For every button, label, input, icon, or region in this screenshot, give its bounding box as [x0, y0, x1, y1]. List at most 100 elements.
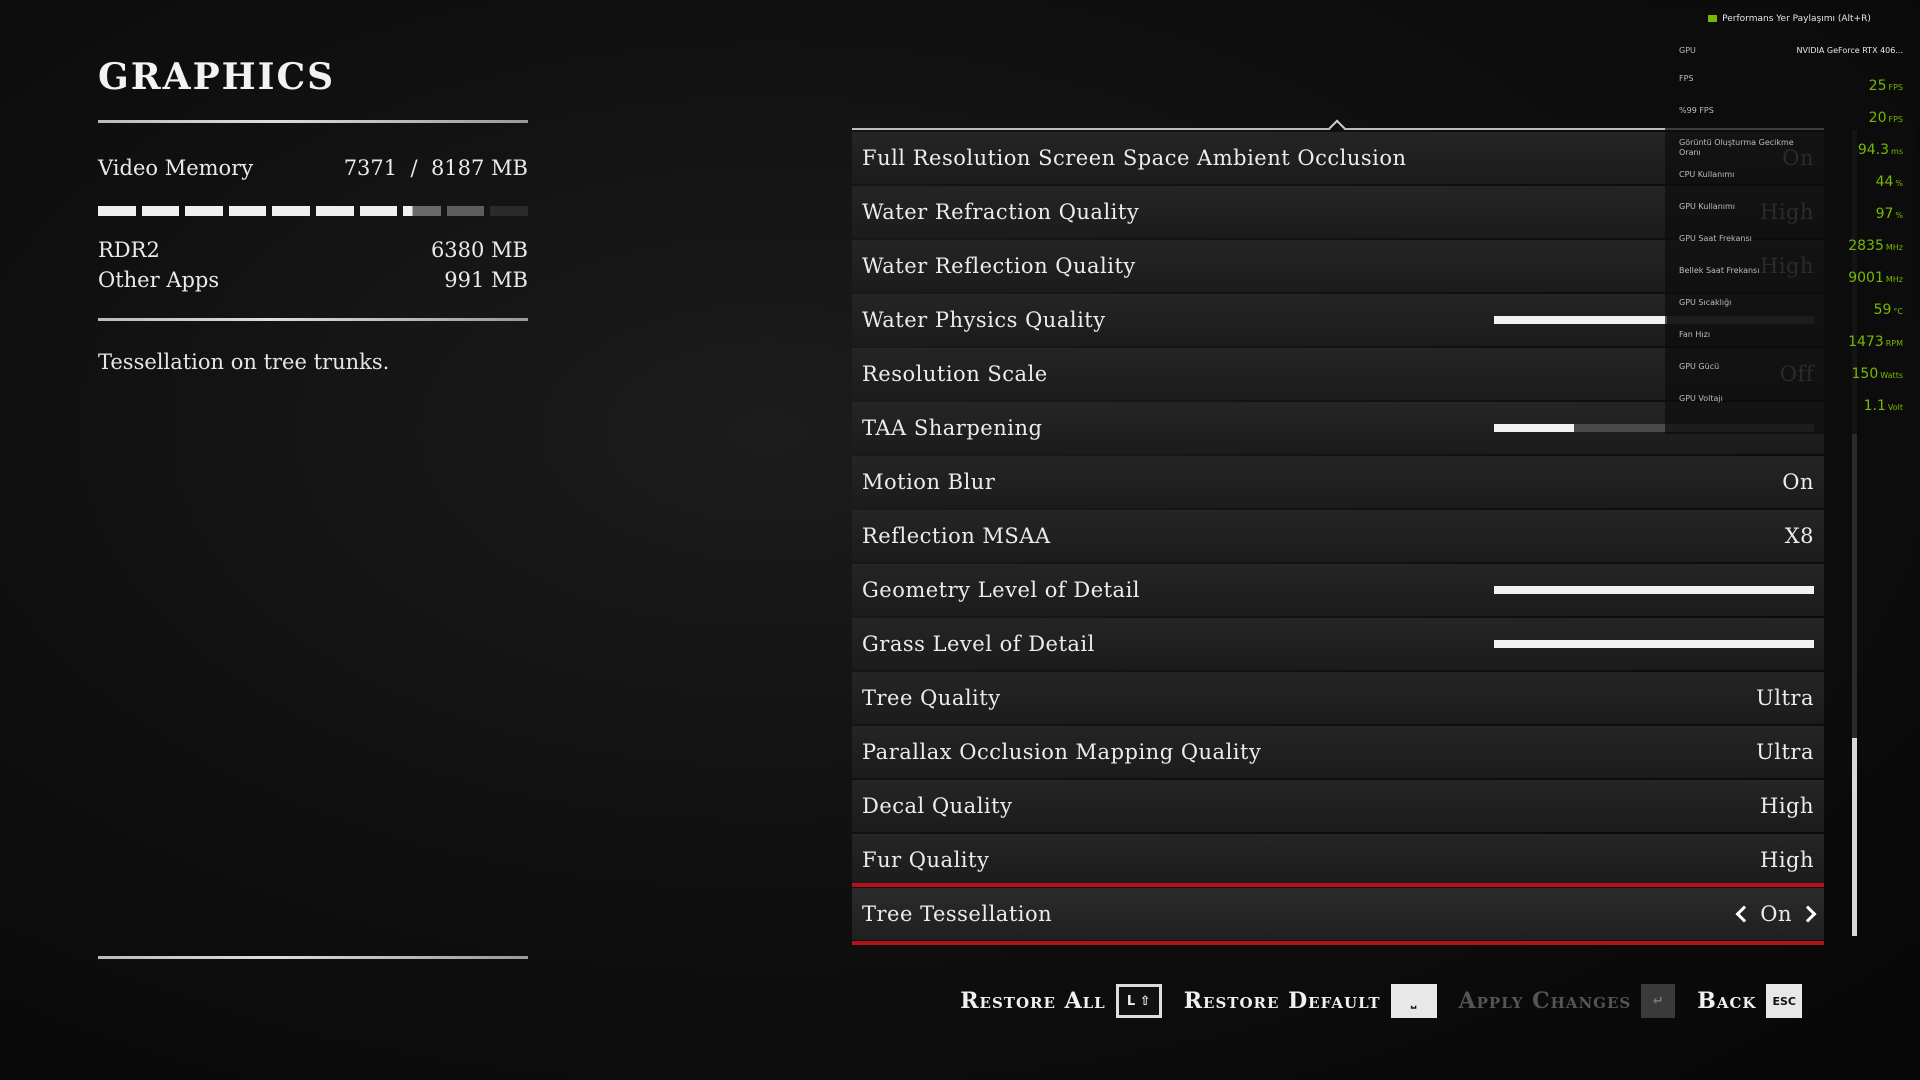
overlay-metric-row: GPU Voltajı 1.1 Volt — [1679, 394, 1903, 424]
back-button[interactable]: Back ESC — [1697, 984, 1802, 1018]
setting-value: X8 — [1784, 524, 1814, 548]
overlay-metric-row: CPU Kullanımı 44% — [1679, 170, 1903, 200]
setting-label: Geometry Level of Detail — [862, 578, 1141, 602]
setting-value: High — [1760, 848, 1814, 872]
divider — [98, 120, 528, 123]
setting-row[interactable]: Reflection MSAA X8 — [852, 510, 1824, 562]
memory-bar-segment — [359, 206, 398, 216]
memory-bar-segment — [446, 206, 485, 216]
overlay-metric-row: Bellek Saat Frekansı 9001 MHz — [1679, 266, 1903, 296]
overlay-gpu-value: NVIDIA GeForce RTX 406... — [1796, 46, 1903, 55]
rdr2-label: RDR2 — [98, 238, 160, 262]
setting-row[interactable]: Decal Quality High — [852, 780, 1824, 832]
setting-value: On — [1782, 470, 1814, 494]
overlay-metric-value: 2835 MHz — [1848, 238, 1903, 254]
setting-row[interactable]: Motion Blur On — [852, 456, 1824, 508]
performance-overlay: Performans Yer Paylaşımı (Alt+R) GPU NVI… — [1665, 6, 1914, 434]
page-title: GRAPHICS — [98, 56, 336, 98]
setting-description: Tessellation on tree trunks. — [98, 350, 390, 374]
setting-value: Ultra — [1756, 686, 1814, 710]
apply-changes-label: Apply Changes — [1458, 988, 1632, 1014]
setting-label: Water Physics Quality — [862, 308, 1106, 332]
divider — [98, 318, 528, 321]
chevron-right-icon[interactable] — [1799, 905, 1817, 923]
setting-row[interactable]: Parallax Occlusion Mapping Quality Ultra — [852, 726, 1824, 778]
spacebar-key-icon: ⎵ — [1390, 984, 1437, 1018]
overlay-metric-label: GPU Voltajı — [1679, 394, 1723, 403]
apply-changes-button[interactable]: Apply Changes ↵ — [1459, 984, 1676, 1018]
setting-row[interactable]: Grass Level of Detail — [852, 618, 1824, 670]
setting-label: Fur Quality — [862, 848, 990, 872]
setting-label: Full Resolution Screen Space Ambient Occ… — [862, 146, 1407, 170]
setting-label: Motion Blur — [862, 470, 996, 494]
bottom-action-bar: Restore All L ⇧ Restore Default ⎵ Apply … — [960, 984, 1802, 1018]
setting-label: Tree Quality — [862, 686, 1001, 710]
overlay-metric-row: Fan Hızı 1473 RPM — [1679, 330, 1903, 360]
value-selector: On — [1735, 902, 1817, 926]
other-apps-memory-row: Other Apps 991 MB — [98, 268, 528, 292]
setting-row[interactable]: Tree Quality Ultra — [852, 672, 1824, 724]
scrollbar-thumb[interactable] — [1852, 738, 1857, 936]
enter-key-icon: ↵ — [1641, 984, 1676, 1018]
setting-label: TAA Sharpening — [862, 416, 1043, 440]
setting-label: Water Refraction Quality — [862, 200, 1140, 224]
memory-bar-segment — [228, 206, 267, 216]
restore-default-button[interactable]: Restore Default ⎵ — [1184, 984, 1437, 1018]
esc-key-icon: ESC — [1766, 984, 1802, 1018]
setting-label: Resolution Scale — [862, 362, 1048, 386]
setting-row[interactable]: Fur Quality High — [852, 834, 1824, 886]
rdr2-value: 6380 MB — [430, 238, 528, 262]
overlay-metric-value: 44% — [1875, 174, 1903, 190]
overlay-metric-label: GPU Sıcaklığı — [1679, 298, 1732, 307]
restore-all-button[interactable]: Restore All L ⇧ — [960, 984, 1162, 1018]
rdr2-memory-row: RDR2 6380 MB — [98, 238, 528, 262]
setting-label: Water Reflection Quality — [862, 254, 1136, 278]
memory-bar-segment — [315, 206, 354, 216]
overlay-metric-value: 150 Watts — [1851, 366, 1903, 382]
overlay-metric-row: GPU Saat Frekansı 2835 MHz — [1679, 234, 1903, 264]
overlay-metric-row: %99 FPS 20 FPS — [1679, 106, 1903, 136]
slider-fill — [1494, 640, 1814, 648]
memory-bar-segment — [185, 206, 223, 216]
setting-label: Reflection MSAA — [862, 524, 1051, 548]
setting-label: Tree Tessellation — [862, 902, 1053, 926]
chevron-left-icon[interactable] — [1735, 905, 1753, 923]
overlay-metric-row: GPU Kullanımı 97% — [1679, 202, 1903, 232]
slider-fill — [1494, 316, 1667, 324]
memory-bar-segment — [490, 206, 528, 216]
memory-bar-segment — [98, 206, 136, 216]
back-label: Back — [1697, 988, 1757, 1014]
slider-fill — [1494, 424, 1574, 432]
overlay-metric-label: FPS — [1679, 74, 1694, 83]
setting-label: Grass Level of Detail — [862, 632, 1095, 656]
setting-slider[interactable] — [1494, 640, 1814, 648]
overlay-metric-label: CPU Kullanımı — [1679, 170, 1735, 179]
video-memory-label: Video Memory — [98, 156, 254, 180]
setting-value: Ultra — [1756, 740, 1814, 764]
other-apps-value: 991 MB — [444, 268, 528, 292]
overlay-metric-value: 9001 MHz — [1848, 270, 1903, 286]
video-memory-value: 7371 / 8187 MB — [343, 156, 528, 180]
setting-row[interactable]: Tree Tessellation On — [852, 883, 1824, 945]
memory-bar-segment — [141, 206, 180, 216]
overlay-gpu-row: GPU NVIDIA GeForce RTX 406... — [1679, 46, 1903, 76]
video-memory-bar — [98, 206, 528, 216]
divider — [98, 956, 528, 959]
overlay-metric-row: GPU Sıcaklığı 59 °C — [1679, 298, 1903, 328]
memory-bar-segment — [272, 206, 310, 216]
overlay-metric-value: 94.3 ms — [1857, 142, 1903, 158]
setting-row[interactable]: Geometry Level of Detail — [852, 564, 1824, 616]
overlay-metric-label: GPU Kullanımı — [1679, 202, 1735, 211]
setting-slider[interactable] — [1494, 586, 1814, 594]
memory-bar-segment — [403, 206, 441, 216]
overlay-metric-value: 25 FPS — [1868, 78, 1903, 94]
overlay-metric-row: GPU Gücü 150 Watts — [1679, 362, 1903, 392]
overlay-metric-row: Görüntü Oluşturma Gecikme Oranı 94.3 ms — [1679, 138, 1903, 168]
overlay-metric-value: 1.1 Volt — [1863, 398, 1903, 414]
setting-value: High — [1760, 794, 1814, 818]
setting-value: On — [1760, 902, 1792, 926]
nvidia-logo-icon — [1708, 15, 1718, 22]
overlay-metric-label: GPU Gücü — [1679, 362, 1720, 371]
overlay-metric-label: Fan Hızı — [1679, 330, 1711, 339]
overlay-metric-value: 97% — [1875, 206, 1903, 222]
